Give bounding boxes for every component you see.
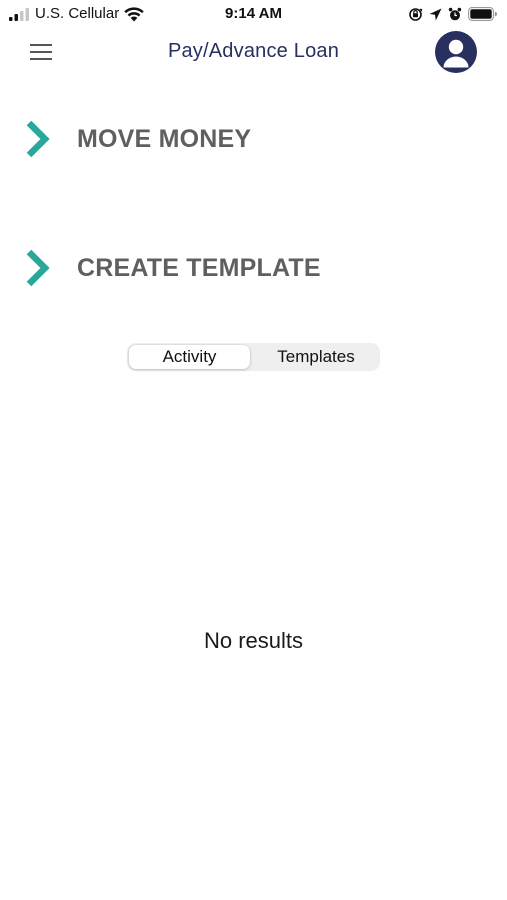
- no-results-message: No results: [203, 628, 304, 653]
- move-money-label: MOVE MONEY: [77, 124, 252, 153]
- orientation-lock-icon: [409, 7, 423, 21]
- create-template-button[interactable]: CREATE TEMPLATE: [22, 246, 321, 290]
- page-title: Pay/Advance Loan: [167, 40, 340, 62]
- battery-icon: [468, 7, 497, 21]
- user-profile-icon: [443, 39, 469, 68]
- tab-templates[interactable]: Templates: [254, 345, 378, 369]
- chevron-right-icon: [26, 120, 50, 158]
- app-header: Pay/Advance Loan: [0, 28, 507, 78]
- status-icons: [408, 4, 497, 24]
- activity-templates-segmented-control: Activity Templates: [127, 343, 380, 371]
- tab-activity[interactable]: Activity: [129, 345, 250, 369]
- status-bar: U.S. Cellular 9:14 AM: [0, 0, 507, 28]
- chevron-right-icon: [26, 249, 50, 287]
- profile-button[interactable]: [435, 31, 477, 73]
- move-money-button[interactable]: MOVE MONEY: [22, 117, 251, 161]
- create-template-label: CREATE TEMPLATE: [77, 253, 321, 282]
- alarm-icon: [448, 7, 462, 20]
- location-icon: [429, 8, 442, 20]
